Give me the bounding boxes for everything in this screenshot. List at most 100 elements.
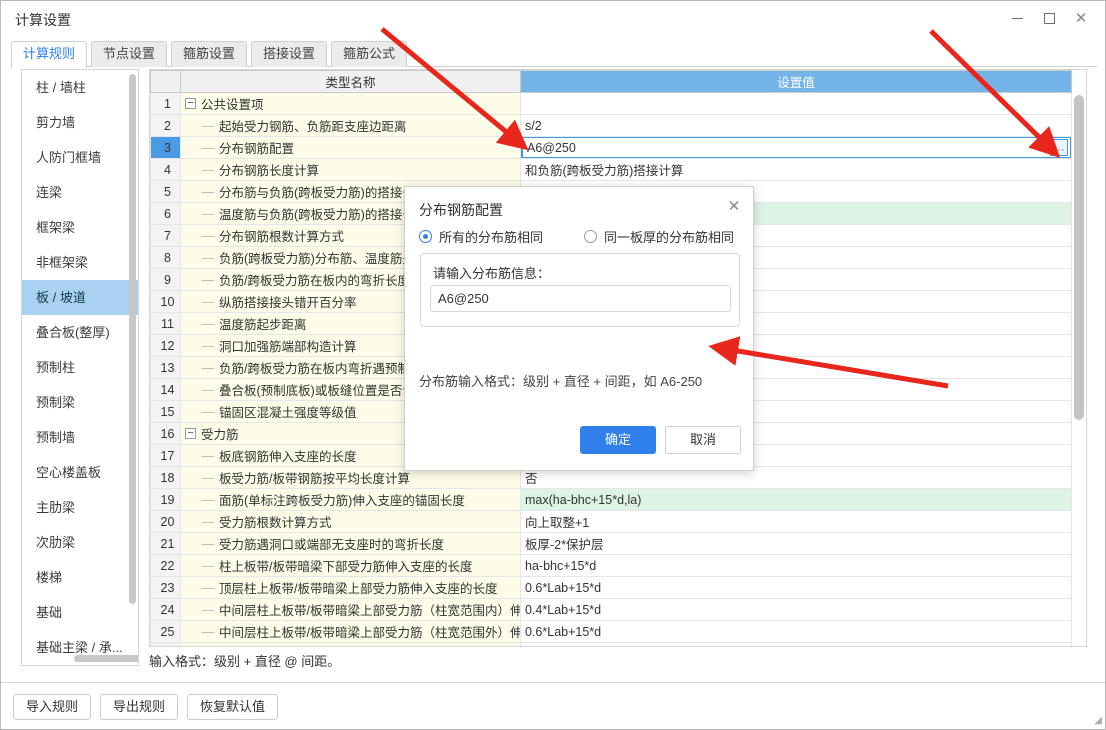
type-name-cell[interactable]: — 面筋(单标注跨板受力筋)伸入支座的锚固长度 [180,488,521,511]
row-number-cell[interactable]: 2 [150,114,181,137]
tab-node-settings[interactable]: 节点设置 [91,41,168,67]
grid-vertical-scrollbar[interactable] [1071,93,1085,646]
type-name-cell[interactable]: — 中间层柱上板带/板带暗梁上部受力筋（柱宽范围外）伸入... [180,620,521,643]
table-row[interactable]: 24 — 中间层柱上板带/板带暗梁上部受力筋（柱宽范围内）伸入... 0.4*Lab+… [150,598,1072,621]
maximize-button[interactable] [1033,1,1065,35]
type-name-cell[interactable]: — 受力筋根数计算方式 [180,510,521,533]
sidebar-item-foundation-secondary-beam[interactable]: 基础次梁 [22,665,139,666]
row-number-cell[interactable]: 25 [150,620,181,643]
type-name-cell[interactable]: — 分布钢筋长度计算 [180,158,521,181]
setting-value-cell[interactable]: 板厚-2*保护层 [520,532,1072,555]
sidebar-item-column-wall-column[interactable]: 柱 / 墙柱 [22,70,138,105]
type-name-cell[interactable]: — 起始受力钢筋、负筋距支座边距离 [180,114,521,137]
table-row[interactable]: 22 — 柱上板带/板带暗梁下部受力筋伸入支座的长度 ha-bhc+15*d [150,554,1072,577]
rebar-info-input[interactable]: A6@250 [430,285,731,312]
sidebar-item-main-rib-beam[interactable]: 主肋梁 [22,490,138,525]
type-name-cell[interactable]: — 中间层柱上板带/板带暗梁上部受力筋（柱宽范围内）伸入... [180,598,521,621]
setting-value-cell[interactable]: max(ha/2,12*d) [520,642,1072,646]
setting-value-cell[interactable] [520,92,1072,115]
grid-scroll-thumb[interactable] [1074,95,1084,420]
minimize-button[interactable] [1001,1,1033,35]
collapse-toggle-icon[interactable]: − [185,428,196,439]
value-edit-box[interactable]: A6@250 ··· [521,137,1071,158]
table-row[interactable]: 3 — 分布钢筋配置 A6@250 ··· [150,136,1072,159]
row-number-cell[interactable]: 19 [150,488,181,511]
restore-defaults-button[interactable]: 恢复默认值 [187,694,279,720]
export-rules-button[interactable]: 导出规则 [100,694,179,720]
row-number-cell[interactable]: 15 [150,400,181,423]
sidebar-item-composite-slab[interactable]: 叠合板(整厚) [22,315,138,350]
row-number-cell[interactable]: 4 [150,158,181,181]
row-number-cell[interactable]: 10 [150,290,181,313]
setting-value-cell[interactable]: max(ha-bhc+15*d,la) [520,488,1072,511]
resize-grip-icon[interactable]: ◢ [1090,715,1102,727]
table-row[interactable]: 21 — 受力筋遇洞口或端部无支座时的弯折长度 板厚-2*保护层 [150,532,1072,555]
tab-stirrup-formula[interactable]: 箍筋公式 [331,41,408,67]
row-number-cell[interactable]: 21 [150,532,181,555]
tab-stirrup-settings[interactable]: 箍筋设置 [171,41,248,67]
type-name-cell[interactable]: − 公共设置项 [180,92,521,115]
row-number-cell[interactable]: 7 [150,224,181,247]
setting-value-cell[interactable]: 和负筋(跨板受力筋)搭接计算 [520,158,1072,181]
sidebar-item-hollow-floor-slab[interactable]: 空心楼盖板 [22,455,138,490]
sidebar-item-frame-beam[interactable]: 框架梁 [22,210,138,245]
type-name-cell[interactable]: — 顶层柱上板带/板带暗梁上部受力筋伸入支座的长度 [180,576,521,599]
radio-all-same[interactable]: 所有的分布筋相同 [419,227,543,246]
component-type-sidebar[interactable]: 柱 / 墙柱 剪力墙 人防门框墙 连梁 框架梁 非框架梁 板 / 坡道 叠合板(… [21,69,139,666]
sidebar-vertical-scrollbar[interactable] [129,74,136,604]
tab-calculation-rules[interactable]: 计算规则 [11,41,88,68]
row-number-cell[interactable]: 1 [150,92,181,115]
sidebar-item-stair[interactable]: 楼梯 [22,560,138,595]
sidebar-item-non-frame-beam[interactable]: 非框架梁 [22,245,138,280]
dialog-ok-button[interactable]: 确定 [580,426,656,454]
close-window-button[interactable]: ✕ [1065,1,1097,35]
row-number-cell[interactable]: 24 [150,598,181,621]
value-edit-text[interactable]: A6@250 [523,141,1050,155]
row-number-cell[interactable]: 11 [150,312,181,335]
sidebar-item-foundation[interactable]: 基础 [22,595,138,630]
sidebar-item-secondary-rib-beam[interactable]: 次肋梁 [22,525,138,560]
row-number-cell[interactable]: 9 [150,268,181,291]
sidebar-item-precast-column[interactable]: 预制柱 [22,350,138,385]
row-number-cell[interactable]: 22 [150,554,181,577]
table-row[interactable]: 19 — 面筋(单标注跨板受力筋)伸入支座的锚固长度 max(ha-bhc+15*d,… [150,488,1072,511]
type-name-cell[interactable]: — 受力筋遇洞口或端部无支座时的弯折长度 [180,532,521,555]
table-row[interactable]: 25 — 中间层柱上板带/板带暗梁上部受力筋（柱宽范围外）伸入... 0.6*Lab+… [150,620,1072,643]
table-row[interactable]: 20 — 受力筋根数计算方式 向上取整+1 [150,510,1072,533]
sidebar-item-slab-ramp[interactable]: 板 / 坡道 [22,280,138,315]
dialog-cancel-button[interactable]: 取消 [665,426,741,454]
row-number-cell[interactable]: 26 [150,642,181,646]
setting-value-cell[interactable]: 0.6*Lab+15*d [520,576,1072,599]
type-name-cell[interactable]: — 柱上板带/板带暗梁下部受力筋伸入支座的长度 [180,554,521,577]
row-number-cell[interactable]: 6 [150,202,181,225]
row-number-cell[interactable]: 16 [150,422,181,445]
radio-same-thickness[interactable]: 同一板厚的分布筋相同 [584,227,734,246]
row-number-cell[interactable]: 3 [150,136,181,159]
setting-value-cell[interactable]: 向上取整+1 [520,510,1072,533]
row-number-cell[interactable]: 23 [150,576,181,599]
row-number-cell[interactable]: 17 [150,444,181,467]
import-rules-button[interactable]: 导入规则 [13,694,92,720]
row-number-cell[interactable]: 12 [150,334,181,357]
setting-value-cell[interactable]: 0.4*Lab+15*d [520,598,1072,621]
type-name-cell[interactable]: — 分布钢筋配置 [180,136,521,159]
collapse-toggle-icon[interactable]: − [185,98,196,109]
type-name-cell[interactable]: —跨中板带下部受力筋伸入支座的长度 [180,642,521,646]
setting-value-cell[interactable]: 0.6*Lab+15*d [520,620,1072,643]
setting-value-cell[interactable]: ha-bhc+15*d [520,554,1072,577]
row-number-cell[interactable]: 20 [150,510,181,533]
table-row[interactable]: 1− 公共设置项 [150,92,1072,115]
table-row[interactable]: 2 — 起始受力钢筋、负筋距支座边距离 s/2 [150,114,1072,137]
row-number-cell[interactable]: 5 [150,180,181,203]
sidebar-item-civil-defense-door-frame-wall[interactable]: 人防门框墙 [22,140,138,175]
ellipsis-button[interactable]: ··· [1050,139,1068,156]
sidebar-horizontal-scrollbar[interactable] [74,655,138,662]
sidebar-item-precast-beam[interactable]: 预制梁 [22,385,138,420]
row-number-cell[interactable]: 18 [150,466,181,489]
sidebar-item-coupling-beam[interactable]: 连梁 [22,175,138,210]
header-setting-value[interactable]: 设置值 [520,70,1072,93]
row-number-cell[interactable]: 14 [150,378,181,401]
tab-lap-settings[interactable]: 搭接设置 [251,41,328,67]
table-row[interactable]: 26—跨中板带下部受力筋伸入支座的长度max(ha/2,12*d) [150,642,1072,646]
dialog-close-button[interactable]: ✕ [723,195,745,217]
